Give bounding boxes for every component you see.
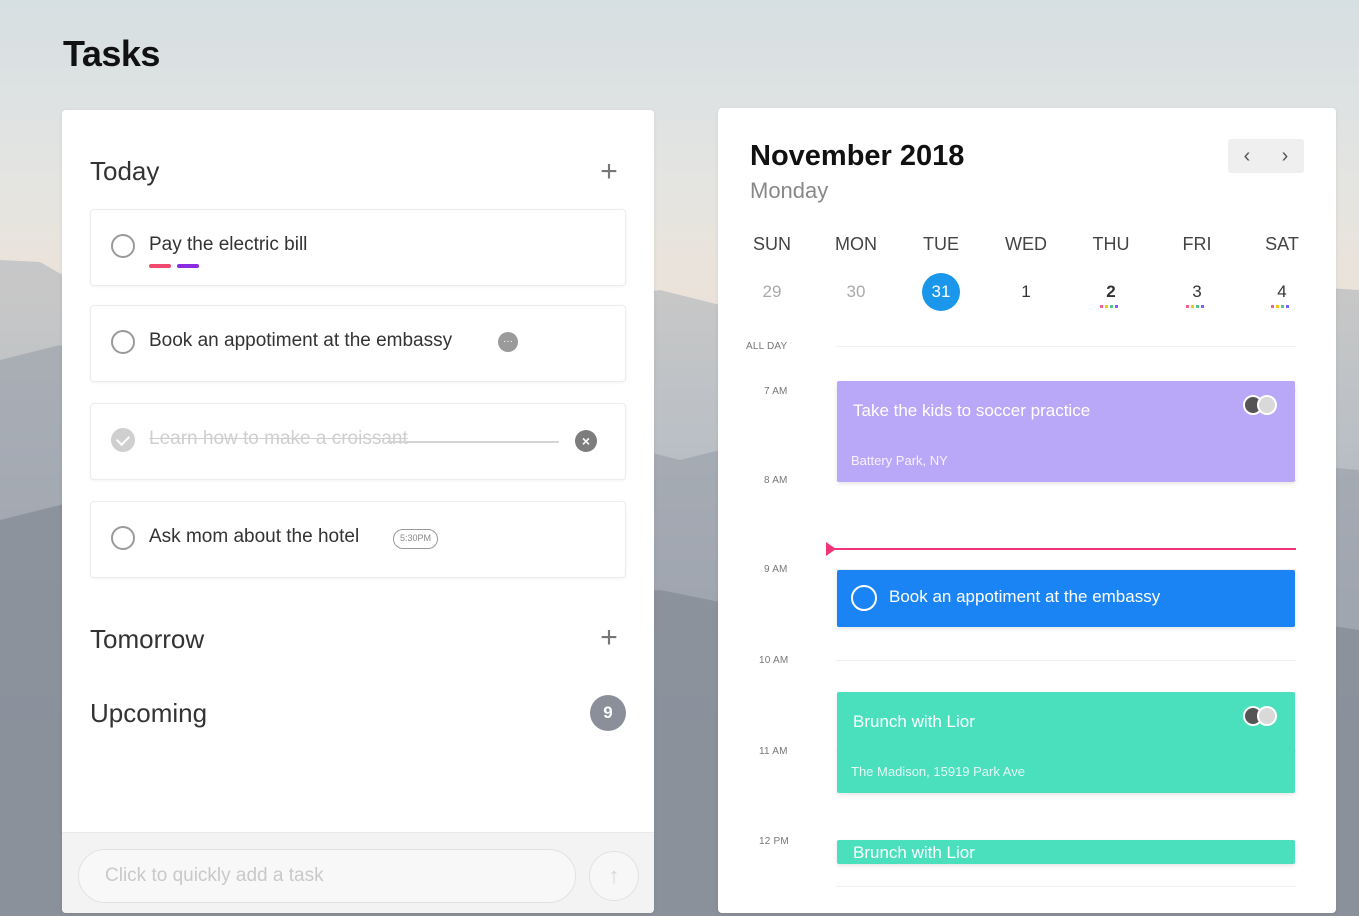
add-tomorrow-task-button[interactable]: +	[595, 623, 623, 653]
strike-line	[387, 441, 559, 443]
date-cell[interactable]: 30	[826, 273, 886, 311]
time-badge: 5:30PM	[393, 529, 439, 549]
calendar-panel: November 2018 Monday ‹ › SUN MON TUE WED…	[718, 108, 1336, 913]
calendar-event[interactable]: Brunch with Lior The Madison, 15919 Park…	[837, 692, 1295, 793]
event-dots	[1271, 305, 1293, 308]
task-label: Learn how to make a croissant	[149, 428, 408, 449]
upcoming-count-badge: 9	[590, 695, 626, 731]
weekday-wed: WED	[1005, 234, 1047, 254]
event-title: Take the kids to soccer practice	[853, 401, 1091, 420]
section-today-header: Today	[90, 156, 160, 186]
note-icon[interactable]: ···	[498, 332, 518, 352]
event-title: Brunch with Lior	[853, 712, 975, 731]
hour-label: 7 AM	[764, 386, 788, 397]
tasks-panel: Today + Pay the electric bill Book an ap…	[62, 110, 654, 913]
tag-red-marker	[149, 264, 171, 268]
submit-task-button[interactable]: ↑	[589, 851, 639, 901]
weekday-fri: FRI	[1182, 234, 1212, 254]
next-month-button[interactable]: ›	[1266, 139, 1304, 173]
hour-line	[836, 346, 1296, 347]
calendar-task-event[interactable]: Book an appotiment at the embassy	[837, 570, 1295, 627]
event-checkbox[interactable]	[851, 585, 877, 611]
hour-label: 8 AM	[764, 475, 788, 486]
date-cell[interactable]: 3	[1167, 273, 1227, 311]
month-nav: ‹ ›	[1228, 139, 1304, 173]
hour-line	[836, 886, 1296, 887]
task-item[interactable]: Pay the electric bill	[90, 209, 626, 286]
date-number: 3	[1192, 282, 1202, 301]
attendees	[1243, 395, 1279, 415]
calendar-event[interactable]: Brunch with Lior	[837, 840, 1295, 864]
task-item[interactable]: Book an appotiment at the embassy ···	[90, 305, 626, 382]
hour-label: 9 AM	[764, 564, 788, 575]
weekday-sun: SUN	[752, 234, 791, 254]
section-upcoming-header[interactable]: Upcoming	[90, 698, 207, 729]
task-item-completed[interactable]: Learn how to make a croissant ×	[90, 403, 626, 480]
task-checkbox-checked[interactable]	[111, 428, 135, 452]
event-title: Book an appotiment at the embassy	[889, 587, 1161, 606]
event-dots	[1186, 305, 1208, 308]
current-time-line	[828, 548, 1296, 550]
task-checkbox[interactable]	[111, 234, 135, 258]
task-label: Book an appotiment at the embassy	[149, 330, 453, 351]
all-day-label: ALL DAY	[746, 341, 788, 352]
hour-line	[836, 660, 1296, 661]
quick-add-input[interactable]	[78, 849, 576, 903]
quick-add-bar: ↑	[62, 832, 654, 913]
task-label: Pay the electric bill	[149, 234, 308, 255]
event-location: The Madison, 15919 Park Ave	[851, 764, 1025, 779]
event-title: Brunch with Lior	[853, 843, 975, 862]
selected-day-label: Monday	[750, 178, 829, 203]
tag-purple-marker	[177, 264, 199, 268]
date-number: 2	[1106, 282, 1116, 301]
today-indicator: 31	[922, 273, 960, 311]
date-cell[interactable]: 2	[1081, 273, 1141, 311]
date-cell[interactable]: 1	[996, 273, 1056, 311]
task-label: Ask mom about the hotel	[149, 526, 360, 547]
hour-label: 12 PM	[759, 836, 789, 847]
weekday-tue: TUE	[923, 234, 959, 254]
current-time-marker	[826, 542, 836, 556]
event-location: Battery Park, NY	[851, 453, 948, 468]
calendar-event[interactable]: Take the kids to soccer practice Battery…	[837, 381, 1295, 482]
task-item[interactable]: Ask mom about the hotel 5:30PM	[90, 501, 626, 578]
weekday-thu: THU	[1092, 234, 1130, 254]
task-checkbox[interactable]	[111, 526, 135, 550]
page-title: Tasks	[63, 33, 160, 74]
remove-task-icon[interactable]: ×	[575, 430, 597, 452]
add-today-task-button[interactable]: +	[595, 157, 623, 187]
event-dots	[1100, 305, 1122, 308]
weekday-sat: SAT	[1265, 234, 1299, 254]
date-cell[interactable]: 4	[1252, 273, 1312, 311]
prev-month-button[interactable]: ‹	[1228, 139, 1266, 173]
avatar	[1257, 706, 1277, 726]
date-number: 4	[1277, 282, 1287, 301]
weekday-mon: MON	[835, 234, 877, 254]
month-title: November 2018	[750, 140, 965, 172]
section-tomorrow-header: Tomorrow	[90, 624, 205, 654]
task-checkbox[interactable]	[111, 330, 135, 354]
hour-label: 11 AM	[759, 746, 788, 757]
date-cell[interactable]: 29	[742, 273, 802, 311]
date-cell-today[interactable]: 31	[911, 273, 971, 311]
attendees	[1243, 706, 1279, 726]
hour-label: 10 AM	[759, 655, 789, 666]
avatar	[1257, 395, 1277, 415]
